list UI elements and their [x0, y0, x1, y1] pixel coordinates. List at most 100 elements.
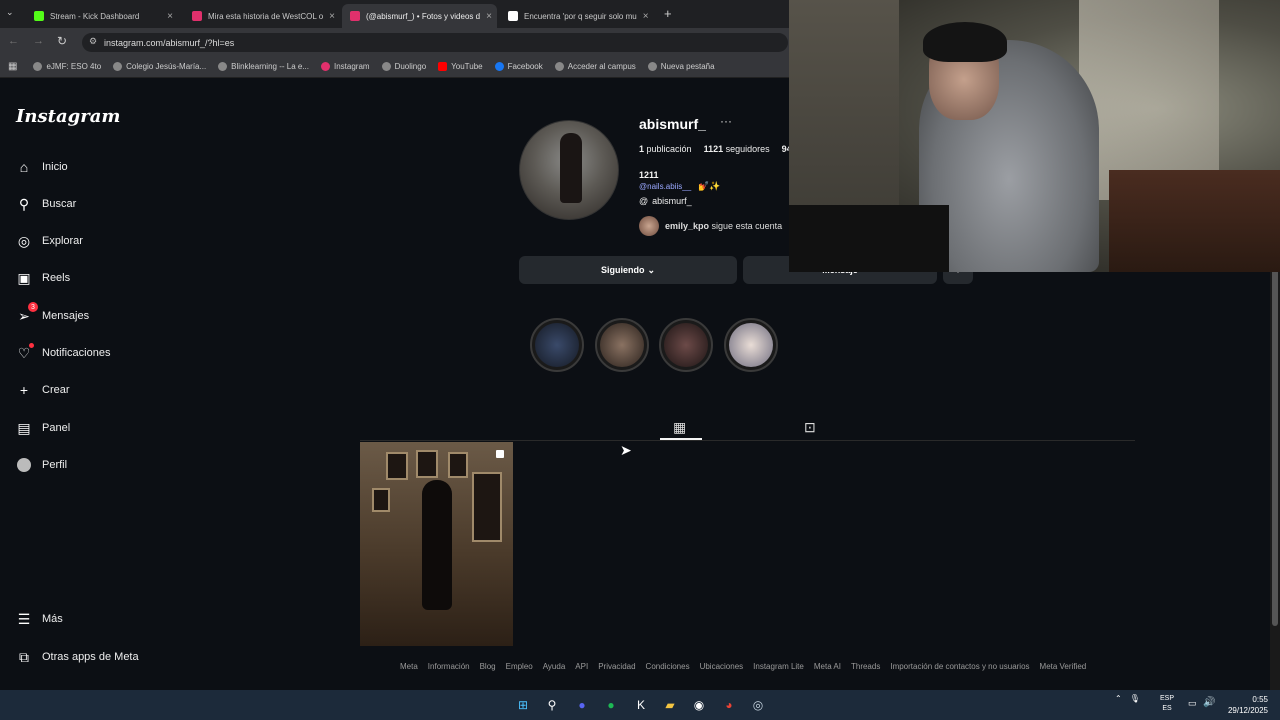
close-icon[interactable]: × — [329, 11, 335, 22]
bookmark-item[interactable]: Duolingo — [381, 62, 426, 71]
tab-search-button[interactable]: ⌄ — [6, 7, 20, 21]
followers-count: 1121 — [703, 144, 724, 154]
network-icon[interactable]: ▭ — [1188, 698, 1197, 709]
sidebar-item-mas[interactable]: ☰ Más — [16, 609, 63, 629]
bookmark-item[interactable]: Nueva pestaña — [647, 62, 715, 71]
obs-icon[interactable]: ◉ — [690, 696, 708, 714]
lang-top: ESP — [1160, 695, 1175, 702]
sidebar-item-panel[interactable]: ▤ Panel — [16, 418, 70, 438]
profile-stats: 1 publicación 1121 seguidores 943 — [639, 144, 797, 154]
tab-tiktok[interactable]: Encuentra 'por q seguir solo mu × — [500, 4, 655, 28]
posts-count: 1 — [639, 144, 645, 154]
new-tab-button[interactable]: + — [664, 6, 672, 21]
taskbar-clock[interactable]: 0:55 29/12/2025 — [1222, 694, 1268, 716]
followers-stat[interactable]: 1121 seguidores — [704, 144, 770, 154]
kick-icon — [34, 11, 44, 21]
footer-link[interactable]: Ubicaciones — [700, 662, 744, 671]
address-bar[interactable]: ⚙ instagram.com/abismurf_/?hl=es — [82, 33, 788, 52]
footer-link[interactable]: Threads — [851, 662, 880, 671]
sidebar-item-mensajes[interactable]: ➢ 3 Mensajes — [16, 302, 90, 326]
tab-kick[interactable]: Stream - Kick Dashboard × — [26, 4, 181, 28]
bookmark-item[interactable]: Colegio Jesús-María... — [113, 62, 206, 71]
sidebar-item-label: Mensajes — [42, 310, 90, 322]
wall-frame — [386, 452, 408, 480]
tab-label: Stream - Kick Dashboard — [50, 11, 140, 21]
sidebar-item-perfil[interactable]: Perfil — [16, 455, 67, 475]
footer-link[interactable]: Blog — [480, 662, 496, 671]
bookmark-item[interactable]: Acceder al campus — [554, 62, 636, 71]
close-icon[interactable]: × — [486, 11, 492, 22]
chrome-icon[interactable]: ◕ — [720, 696, 738, 714]
globe-icon — [554, 62, 564, 71]
search-icon[interactable]: ⚲ — [543, 696, 561, 714]
globe-icon — [381, 62, 391, 71]
bookmark-item[interactable]: Facebook — [494, 62, 543, 71]
sidebar-item-crear[interactable]: + Crear — [16, 380, 70, 400]
bookmark-label: Nueva pestaña — [660, 62, 715, 71]
microphone-icon[interactable]: 🎙 — [1130, 694, 1140, 703]
wall-frame — [372, 488, 390, 512]
footer-link[interactable]: API — [575, 662, 588, 671]
bookmark-item[interactable]: eJMF: ESO 4to — [33, 62, 101, 71]
footer-link[interactable]: Ayuda — [543, 662, 566, 671]
post-thumbnail[interactable] — [360, 442, 513, 646]
footer-link[interactable]: Meta Verified — [1040, 662, 1087, 671]
reload-icon[interactable]: ↻ — [57, 34, 67, 48]
heart-icon: ♡ — [16, 343, 34, 361]
tagged-icon[interactable]: ⊡ — [804, 419, 816, 436]
footer-link[interactable]: Meta AI — [814, 662, 841, 671]
posts-grid-icon[interactable]: ▦ — [673, 419, 686, 436]
chevron-up-icon[interactable]: ⌃ — [1115, 694, 1122, 703]
sidebar-item-label: Inicio — [42, 161, 68, 173]
footer-link[interactable]: Meta — [400, 662, 418, 671]
sidebar-item-label: Crear — [42, 384, 70, 396]
close-icon[interactable]: × — [167, 11, 173, 22]
kick-app-icon[interactable]: K — [632, 696, 650, 714]
footer-link[interactable]: Instagram Lite — [753, 662, 804, 671]
lang-bottom: ES — [1162, 705, 1172, 712]
windows-start-icon[interactable]: ⊞ — [514, 696, 532, 714]
meta-apps-icon: ⧉ — [19, 648, 29, 665]
spotify-icon[interactable]: ● — [602, 696, 620, 714]
back-icon[interactable]: ← — [8, 35, 19, 47]
story-highlight[interactable] — [595, 318, 649, 372]
forward-icon[interactable]: → — [33, 35, 44, 47]
followed-by[interactable]: emily_kpo sigue esta cuenta — [639, 216, 782, 236]
sidebar-item-meta-apps[interactable]: ⧉ Otras apps de Meta — [16, 647, 139, 667]
tab-instagram-profile[interactable]: (@abismurf_) • Fotos y videos d × — [342, 4, 497, 28]
steam-icon[interactable]: ◎ — [749, 696, 767, 714]
bookmark-item[interactable]: Blinklearning -- La e... — [218, 62, 309, 71]
volume-icon[interactable]: 🔊 — [1203, 697, 1215, 708]
footer-link[interactable]: Importación de contactos y no usuarios — [890, 662, 1029, 671]
site-info-icon[interactable]: ⚙ — [89, 36, 97, 47]
footer-link[interactable]: Empleo — [506, 662, 533, 671]
story-highlight[interactable] — [530, 318, 584, 372]
footer-link[interactable]: Información — [428, 662, 470, 671]
footer-link[interactable]: Privacidad — [598, 662, 635, 671]
story-highlight[interactable] — [659, 318, 713, 372]
sidebar-item-explorar[interactable]: ◎ Explorar — [16, 231, 83, 251]
instagram-logo[interactable]: Instagram — [16, 106, 120, 127]
story-highlight[interactable] — [724, 318, 778, 372]
sidebar-item-notificaciones[interactable]: ♡ Notificaciones — [16, 343, 110, 363]
discord-icon[interactable]: ● — [573, 696, 591, 714]
bookmark-item[interactable]: Instagram — [321, 62, 370, 71]
profile-avatar[interactable] — [519, 120, 619, 220]
file-explorer-icon[interactable]: ▰ — [661, 696, 679, 714]
threads-link[interactable]: @ abismurf_ — [639, 196, 692, 206]
sidebar-item-buscar[interactable]: ⚲ Buscar — [16, 194, 76, 214]
system-tray: ⌃ 🎙 — [1115, 694, 1140, 703]
bookmark-item[interactable]: YouTube — [438, 62, 483, 71]
notification-dot — [29, 343, 34, 348]
language-indicator[interactable]: ESP ES — [1160, 694, 1174, 714]
close-icon[interactable]: × — [643, 11, 649, 22]
sidebar-item-reels[interactable]: ▣ Reels — [16, 268, 70, 288]
apps-icon[interactable]: ▦ — [8, 61, 17, 72]
sidebar-item-inicio[interactable]: ⌂ Inicio — [16, 157, 68, 177]
active-tab-indicator — [660, 438, 702, 440]
following-button[interactable]: Siguiendo ⌄ — [519, 256, 737, 284]
tab-instagram-story[interactable]: Mira esta historia de WestCOL o × — [184, 4, 339, 28]
more-options-icon[interactable]: ··· — [720, 114, 732, 128]
footer-link[interactable]: Condiciones — [646, 662, 690, 671]
bio-mention-link[interactable]: @nails.abiis__ — [639, 182, 691, 191]
